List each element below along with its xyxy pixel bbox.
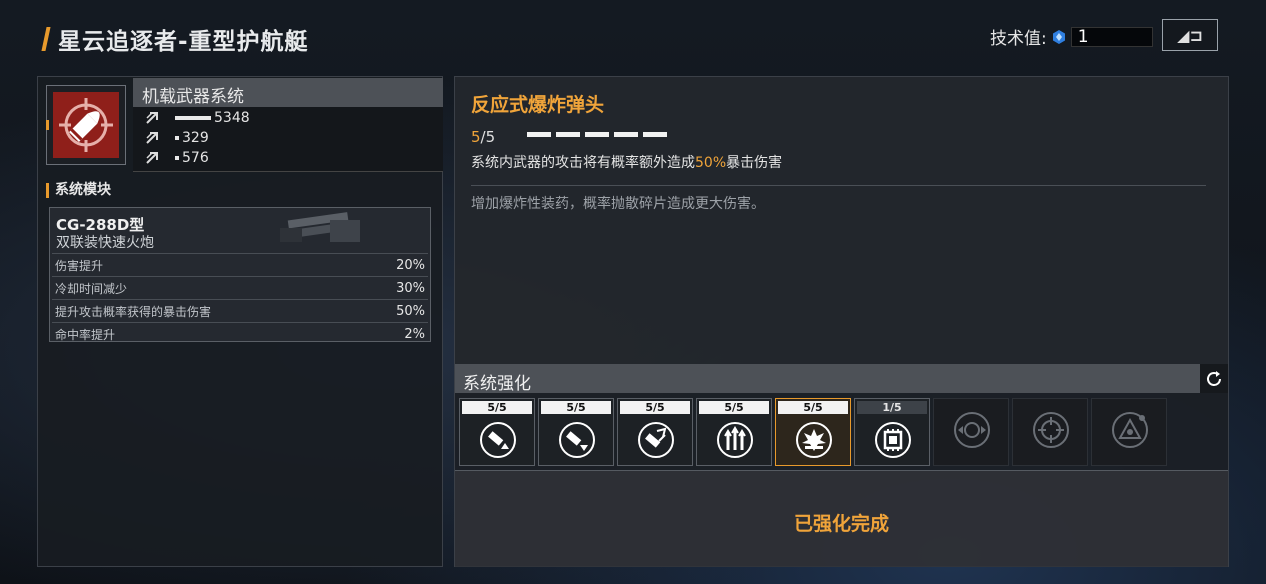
bullet-target-icon [59, 98, 113, 152]
module-stat-value: 30% [396, 280, 425, 296]
ship-shield-icon [1112, 412, 1148, 448]
explosion-icon [796, 422, 832, 458]
upgrade-arrow-icon [146, 152, 158, 164]
tech-crystal-icon [1052, 29, 1065, 44]
level-pip [556, 132, 580, 137]
enhance-status: 已强化完成 [793, 513, 889, 535]
perk-title: 反应式爆炸弹头 [471, 94, 605, 116]
enhance-slot[interactable]: 5/5 [459, 398, 535, 466]
module-stat-value: 50% [396, 303, 425, 319]
back-button[interactable]: ◢⊐ [1162, 19, 1218, 51]
slot-count: 5/5 [462, 401, 532, 414]
selected-marker [46, 120, 49, 130]
module-stat-label: 伤害提升 [55, 258, 104, 273]
slot-count: 5/5 [541, 401, 611, 414]
stat-value: 576 [182, 150, 209, 166]
stat-row: 5348 [145, 109, 250, 127]
damage-up-icon [480, 422, 516, 458]
enhance-slot-locked[interactable] [1012, 398, 1088, 466]
tech-value: 1 [1077, 26, 1089, 47]
slot-count: 1/5 [857, 401, 927, 414]
page-title: 星云追逐者-重型护航艇 [58, 29, 309, 55]
perk-level-pips [527, 132, 672, 137]
module-stat-label: 提升攻击概率获得的暴击伤害 [55, 304, 212, 319]
cooldown-down-icon [559, 422, 595, 458]
enhance-title: 系统强化 [463, 374, 531, 394]
refresh-icon [1207, 370, 1221, 386]
module-section-label: 系统模块 [46, 183, 111, 198]
enhance-slot-locked[interactable] [933, 398, 1009, 466]
weapon-stats: 5348 329 576 [133, 107, 443, 172]
stat-bar [175, 136, 179, 140]
weapon-icon-bg [53, 92, 119, 158]
module-stat-label: 命中率提升 [55, 327, 116, 342]
slot-count: 5/5 [699, 401, 769, 414]
upgrade-arrow-icon [146, 132, 158, 144]
enhance-slot-selected[interactable]: 5/5 [775, 398, 851, 466]
module-stat-value: 20% [396, 257, 425, 273]
target-arrows-icon [954, 412, 990, 448]
weapon-system-title: 机载武器系统 [142, 87, 244, 107]
stat-row: 576 [145, 149, 209, 167]
module-stats: 伤害提升 20% 冷却时间减少 30% 提升攻击概率获得的暴击伤害 50% 命中… [52, 253, 428, 345]
module-stat-row: 伤害提升 20% [52, 253, 428, 276]
level-pip [643, 132, 667, 137]
stat-bar [175, 116, 211, 120]
perk-level-current: 5 [471, 128, 481, 146]
divider [471, 185, 1206, 186]
perk-desc-text: 系统内武器的攻击将有概率额外造成 [471, 155, 695, 171]
level-pip [527, 132, 551, 137]
stat-bar [175, 156, 179, 160]
module-stat-row: 命中率提升 2% [52, 322, 428, 345]
module-stat-label: 冷却时间减少 [55, 281, 128, 296]
level-pip [614, 132, 638, 137]
triple-arrow-icon [717, 422, 753, 458]
enhance-slot-locked[interactable] [1091, 398, 1167, 466]
perk-info: 反应式爆炸弹头 5/5 系统内武器的攻击将有概率额外造成50%暴击伤害 增加爆炸… [455, 77, 1228, 364]
title-area: 星云追逐者-重型护航艇 [41, 22, 309, 56]
module-stat-row: 提升攻击概率获得的暴击伤害 50% [52, 299, 428, 322]
perk-desc-text: 暴击伤害 [726, 155, 783, 171]
tech-label: 技术值: [990, 29, 1047, 49]
perk-flavor-text: 增加爆炸性装药，概率抛散碎片造成更大伤害。 [471, 196, 765, 212]
enhance-header: 系统强化 [455, 364, 1228, 394]
slot-count: 5/5 [778, 401, 848, 414]
perk-description: 系统内武器的攻击将有概率额外造成50%暴击伤害 [471, 152, 782, 172]
level-pip [585, 132, 609, 137]
module-stat-value: 2% [404, 326, 425, 342]
crosshair-icon [1033, 412, 1069, 448]
enhance-status-area: 已强化完成 [455, 470, 1228, 567]
upgrade-arrow-icon [146, 112, 158, 124]
stat-row: 329 [145, 129, 209, 147]
tech-value-display: 技术值: 1 [990, 24, 1153, 49]
top-bar: 星云追逐者-重型护航艇 技术值: 1 ◢⊐ [0, 0, 1266, 72]
stat-value: 5348 [214, 110, 250, 126]
module-card[interactable]: CG-288D型 双联装快速火炮 伤害提升 20% 冷却时间减少 30% 提升攻… [49, 207, 431, 342]
perk-level: 5/5 [471, 128, 495, 146]
slot-count: 5/5 [620, 401, 690, 414]
enhance-slot[interactable]: 5/5 [617, 398, 693, 466]
weapon-system-panel: 机载武器系统 5348 329 576 系统模块 CG-288D型 双联装快速火… [37, 76, 443, 567]
title-accent-mark [41, 27, 51, 51]
module-subtitle: 双联装快速火炮 [56, 235, 154, 251]
back-icon: ◢⊐ [1177, 25, 1203, 45]
weapon-icon-frame[interactable] [46, 85, 126, 165]
perk-detail-panel: 反应式爆炸弹头 5/5 系统内武器的攻击将有概率额外造成50%暴击伤害 增加爆炸… [454, 76, 1229, 567]
refresh-button[interactable] [1200, 364, 1228, 393]
enhance-slot[interactable]: 1/5 [854, 398, 930, 466]
stat-value: 329 [182, 130, 209, 146]
enhance-slot[interactable]: 5/5 [696, 398, 772, 466]
module-stat-row: 冷却时间减少 30% [52, 276, 428, 299]
enhance-slot[interactable]: 5/5 [538, 398, 614, 466]
crit-chance-icon [638, 422, 674, 458]
enhance-slots: 5/5 5/5 5/5 5/5 5/5 1/5 [459, 398, 1170, 466]
perk-desc-highlight: 50% [695, 155, 727, 171]
perk-level-max: /5 [480, 128, 496, 146]
chip-icon [875, 422, 911, 458]
tech-value-box: 1 [1070, 26, 1153, 47]
twin-cannon-image [280, 212, 360, 242]
